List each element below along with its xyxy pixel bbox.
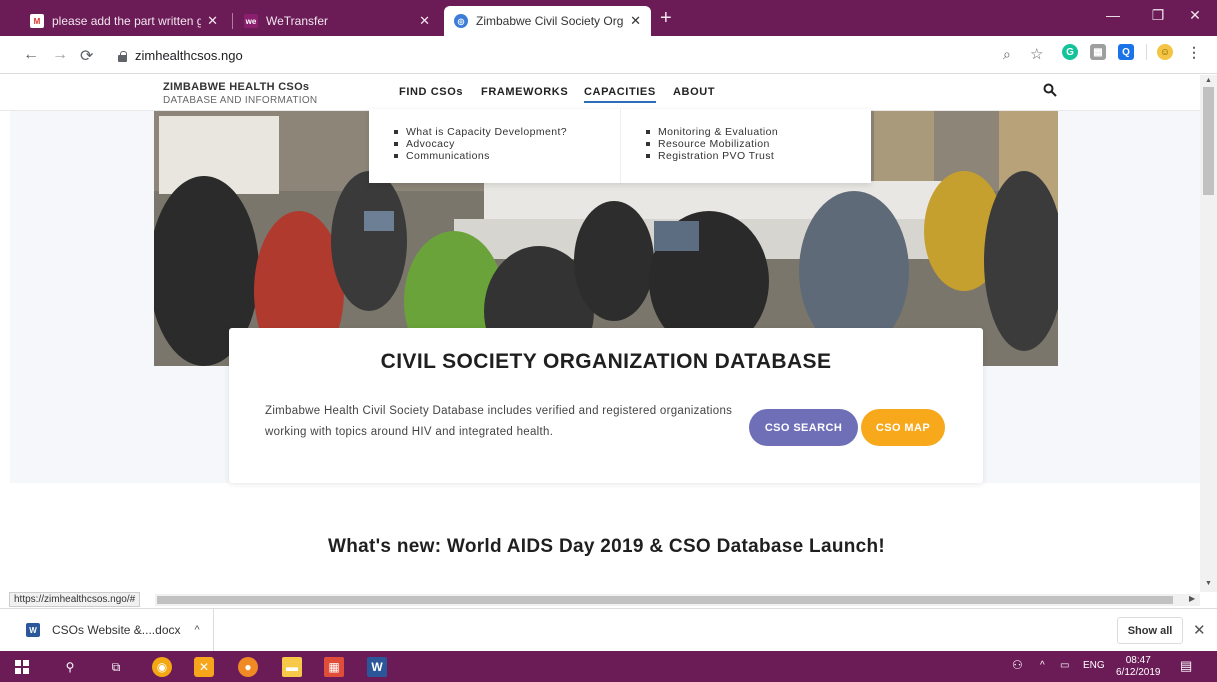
download-filename: CSOs Website &....docx — [52, 623, 181, 637]
download-item[interactable]: W CSOs Website &....docx ^ — [0, 609, 214, 651]
reload-icon[interactable]: ⟳ — [80, 46, 93, 66]
taskbar: ⚲ ⧉ ◉ ✕ ● ▬ ▦ W ⚇ ^ ▭ ENG 08:47 6/12/201… — [0, 651, 1217, 682]
dropdown-column-left: What is Capacity Development? Advocacy C… — [369, 109, 620, 183]
nav-frameworks[interactable]: FRAMEWORKS — [481, 86, 568, 98]
search-extension-icon[interactable]: Q — [1118, 44, 1134, 60]
brand-subtitle[interactable]: DATABASE AND INFORMATION — [163, 95, 317, 106]
tab-zimbabwe-cso[interactable]: ◎ Zimbabwe Civil Society Organiza ✕ — [444, 6, 651, 36]
hero-title: CIVIL SOCIETY ORGANIZATION DATABASE — [380, 350, 832, 373]
dropdown-item[interactable]: Registration PVO Trust — [646, 150, 871, 162]
xampp-icon[interactable]: ✕ — [194, 657, 214, 677]
url-text: zimhealthcsos.ngo — [135, 48, 243, 63]
task-view-icon[interactable]: ⧉ — [106, 657, 126, 677]
clock[interactable]: 08:47 6/12/2019 — [1116, 655, 1161, 679]
grammarly-icon[interactable]: G — [1062, 44, 1078, 60]
tab-wetransfer[interactable]: we WeTransfer ✕ — [234, 6, 440, 36]
site-favicon-icon: ◎ — [454, 14, 468, 28]
close-icon[interactable]: ✕ — [1193, 621, 1206, 639]
scroll-up-icon[interactable]: ▲ — [1205, 77, 1212, 84]
tab-gmail[interactable]: M please add the part written glob: ✕ — [20, 6, 228, 36]
hero-description: Zimbabwe Health Civil Society Database i… — [265, 405, 733, 438]
scroll-down-icon[interactable]: ▼ — [1205, 580, 1212, 587]
dropdown-item[interactable]: What is Capacity Development? — [394, 126, 620, 138]
tab-divider — [232, 13, 233, 29]
clock-time: 08:47 — [1125, 655, 1151, 666]
extension-icon[interactable]: ▦ — [1090, 44, 1106, 60]
page-viewport: ZIMBABWE HEALTH CSOs DATABASE AND INFORM… — [0, 75, 1200, 592]
windows-start-icon[interactable] — [12, 657, 32, 677]
dropdown-column-right: Monitoring & Evaluation Resource Mobiliz… — [620, 109, 871, 183]
toolbar-divider — [1146, 44, 1147, 60]
gmail-icon: M — [30, 14, 44, 28]
url-bar[interactable]: zimhealthcsos.ngo — [106, 42, 1006, 69]
cso-map-button[interactable]: CSO MAP — [861, 409, 945, 446]
dropdown-item[interactable]: Communications — [394, 150, 620, 162]
wetransfer-icon: we — [244, 14, 258, 28]
close-icon[interactable]: ✕ — [419, 13, 430, 29]
horizontal-scrollbar[interactable]: ▶ — [155, 594, 1200, 606]
app-grid-icon[interactable]: ▦ — [324, 657, 344, 677]
dropdown-item[interactable]: Monitoring & Evaluation — [646, 126, 871, 138]
vertical-scrollbar[interactable]: ▲ ▼ — [1200, 75, 1217, 592]
lock-icon — [118, 51, 127, 62]
scroll-right-icon[interactable]: ▶ — [1189, 594, 1195, 603]
firefox-icon[interactable]: ● — [238, 657, 258, 677]
address-bar-row: ← → ⟳ zimhealthcsos.ngo ⌕ ☆ — [0, 36, 1217, 74]
search-icon[interactable]: ⚲ — [60, 657, 80, 677]
cso-search-button[interactable]: CSO SEARCH — [749, 409, 858, 446]
word-icon[interactable]: W — [367, 657, 387, 677]
tab-title: WeTransfer — [266, 14, 329, 28]
search-icon[interactable] — [1043, 83, 1057, 97]
chrome-icon[interactable]: ◉ — [152, 657, 172, 677]
tab-title: Zimbabwe Civil Society Organiza — [476, 14, 624, 28]
show-all-button[interactable]: Show all — [1117, 617, 1183, 644]
nav-capacities[interactable]: CAPACITIES — [584, 86, 656, 103]
close-icon[interactable]: ✕ — [630, 13, 641, 29]
hero-card: CIVIL SOCIETY ORGANIZATION DATABASE Zimb… — [229, 328, 983, 483]
dropdown-item[interactable]: Resource Mobilization — [646, 138, 871, 150]
whats-new-heading: What's new: World AIDS Day 2019 & CSO Da… — [327, 536, 886, 557]
language-indicator[interactable]: ENG — [1083, 660, 1105, 671]
capacities-dropdown: What is Capacity Development? Advocacy C… — [369, 109, 871, 183]
menu-icon[interactable]: ⋮ — [1186, 44, 1202, 60]
window-close-icon[interactable]: ✕ — [1172, 7, 1217, 24]
chevron-up-icon[interactable]: ^ — [1040, 660, 1045, 671]
tab-title: please add the part written glob: — [52, 14, 202, 28]
nav-find-csos[interactable]: FIND CSOs — [399, 86, 463, 98]
nav-about[interactable]: ABOUT — [673, 86, 715, 98]
new-tab-icon[interactable]: + — [660, 8, 672, 28]
people-icon[interactable]: ⚇ — [1012, 658, 1023, 672]
download-shelf: W CSOs Website &....docx ^ Show all ✕ — [0, 608, 1217, 651]
brand-title[interactable]: ZIMBABWE HEALTH CSOs — [163, 81, 309, 93]
chevron-up-icon[interactable]: ^ — [195, 624, 200, 636]
minimize-icon[interactable]: — — [1090, 7, 1136, 23]
forward-icon[interactable]: → — [52, 46, 68, 64]
word-document-icon: W — [26, 623, 40, 637]
site-header: ZIMBABWE HEALTH CSOs DATABASE AND INFORM… — [0, 75, 1200, 111]
network-icon[interactable]: ▭ — [1060, 660, 1069, 671]
dropdown-item[interactable]: Advocacy — [394, 138, 620, 150]
browser-tab-strip: M please add the part written glob: ✕ we… — [0, 0, 1217, 36]
close-icon[interactable]: ✕ — [207, 13, 218, 29]
scroll-thumb[interactable] — [157, 596, 1173, 604]
clock-date: 6/12/2019 — [1116, 667, 1161, 678]
zoom-icon[interactable]: ⌕ — [1003, 46, 1011, 63]
notification-icon[interactable]: ▤ — [1180, 658, 1192, 674]
scroll-thumb[interactable] — [1203, 87, 1214, 195]
status-url: https://zimhealthcsos.ngo/# — [9, 592, 141, 607]
star-icon[interactable]: ☆ — [1030, 45, 1043, 63]
profile-icon[interactable]: ☺ — [1157, 44, 1173, 60]
file-explorer-icon[interactable]: ▬ — [282, 657, 302, 677]
back-icon[interactable]: ← — [23, 46, 39, 64]
